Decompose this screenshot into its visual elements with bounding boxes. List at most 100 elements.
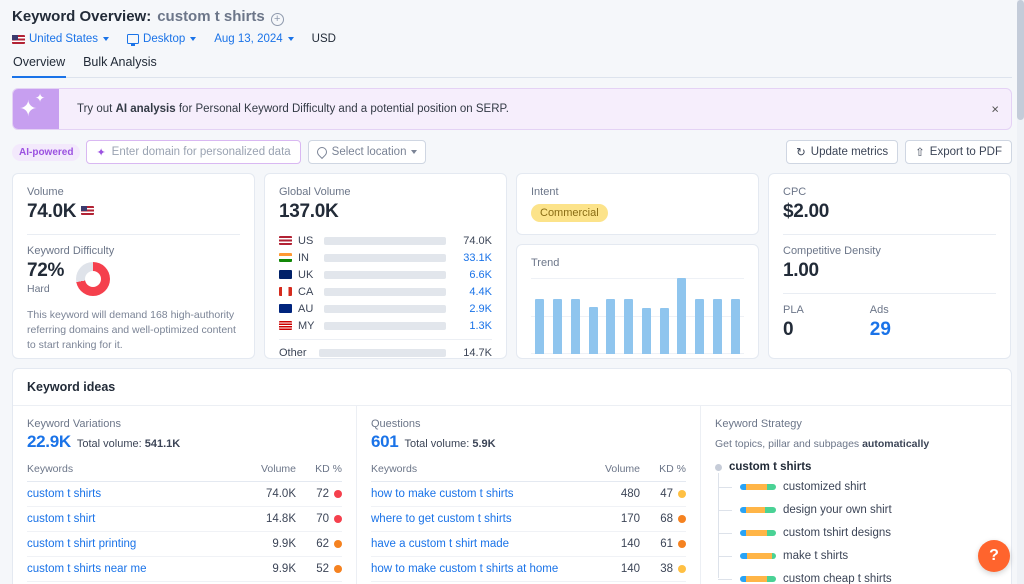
personalization-toolbar: AI-powered ✦ Enter domain for personaliz… [12, 140, 1012, 164]
tree-item-label: design your own shirt [783, 503, 892, 516]
au-flag-icon [279, 304, 292, 313]
trend-bar-slot [549, 278, 567, 354]
trend-bar [712, 299, 722, 354]
volume-cell: 480 [588, 481, 640, 507]
questions-column: Questions 601 Total volume: 5.9K Keyword… [357, 406, 701, 584]
export-pdf-button[interactable]: ⇧ Export to PDF [905, 140, 1012, 164]
help-button[interactable]: ? [978, 540, 1010, 572]
trend-bar [553, 299, 563, 354]
tree-item[interactable]: make t shirts [718, 544, 997, 567]
divider [27, 234, 240, 235]
segment-orange [745, 506, 766, 513]
keyword-link[interactable]: custom t shirt printing [27, 531, 244, 557]
ai-banner-prefix: Try out [77, 103, 116, 115]
tab-bar: Overview Bulk Analysis [12, 55, 1012, 78]
kd-dot [678, 565, 686, 573]
keyword-variations-count[interactable]: 22.9K [27, 432, 71, 452]
country-code: CA [298, 285, 314, 298]
country-code: IN [298, 251, 309, 264]
global-volume-row: US 74.0K [279, 232, 492, 249]
page-title-main: Keyword Overview: [12, 8, 152, 25]
intent-trend-column: Intent Commercial Trend [516, 173, 759, 359]
ai-analysis-banner: ✦ ✦ Try out AI analysis for Personal Key… [12, 88, 1012, 130]
trend-bar-slot [531, 278, 549, 354]
tab-overview[interactable]: Overview [12, 55, 67, 78]
keyword-link[interactable]: how to make custom t shirts [371, 481, 588, 507]
trend-label: Trend [531, 257, 560, 269]
ads-value[interactable]: 29 [870, 319, 891, 341]
keyword-link[interactable]: custom t shirts near me [27, 556, 244, 582]
add-keyword-icon[interactable] [270, 12, 284, 26]
subtitle-bold: automatically [862, 438, 930, 450]
table-row: have a custom t shirt made 140 61 [371, 531, 686, 557]
currency-label: USD [311, 33, 336, 45]
kd-value: 72 [316, 488, 329, 500]
tree-item[interactable]: customized shirt [718, 475, 997, 498]
trend-bar-slot [655, 278, 673, 354]
keyword-link[interactable]: where to get custom t shirts [371, 506, 588, 532]
upload-icon: ⇧ [915, 147, 925, 159]
table-row: custom t shirt 14.8K 70 [27, 506, 342, 532]
domain-input[interactable]: ✦ Enter domain for personalized data [86, 140, 301, 164]
trend-bar-slot [584, 278, 602, 354]
tab-bulk-analysis[interactable]: Bulk Analysis [82, 55, 158, 78]
tree-item[interactable]: custom cheap t shirts [718, 567, 997, 584]
other-value: 14.7K [463, 346, 492, 359]
cpc-card: CPC $2.00 Competitive Density 1.00 PLA 0… [768, 173, 1011, 359]
tree-item[interactable]: custom tshirt designs [718, 521, 997, 544]
global-volume-label: Global Volume [279, 186, 351, 198]
global-volume-list: US 74.0K IN 33.1K UK 6.6K CA 4.4K AU 2.9K MY 1.3K [279, 232, 492, 334]
keyword-link[interactable]: custom t shirt [27, 506, 244, 532]
keyword-ideas-panel: Keyword ideas Keyword Variations 22.9K T… [12, 0, 1024, 584]
update-metrics-button[interactable]: ↻ Update metrics [786, 140, 899, 164]
location-select[interactable]: Select location [307, 140, 427, 164]
kd-cell: 47 [640, 481, 686, 507]
chevron-down-icon [103, 37, 110, 41]
trend-bar-slot [673, 278, 691, 354]
trend-chart [531, 278, 744, 354]
questions-count[interactable]: 601 [371, 432, 399, 452]
keyword-strategy-column: Keyword Strategy Get topics, pillar and … [701, 406, 1011, 584]
country-bar-track [324, 253, 446, 262]
country-volume: 4.4K [469, 285, 492, 298]
col-volume: Volume [244, 463, 296, 482]
tree-root-label: custom t shirts [729, 461, 812, 473]
volume-label: Volume [27, 186, 64, 198]
divider [783, 234, 996, 235]
kd-dot [334, 565, 342, 573]
tree-children: customized shirt design your own shirt cus… [718, 473, 997, 584]
col-kd: KD % [640, 463, 686, 482]
trend-bar-slot [691, 278, 709, 354]
table-row: custom t shirt printing 9.9K 62 [27, 531, 342, 557]
trend-bar [695, 299, 705, 354]
date-filter[interactable]: Aug 13, 2024 [214, 33, 294, 45]
volume-cell: 140 [588, 531, 640, 557]
topic-segment-bar [740, 483, 776, 490]
volume-value: 74.0K [27, 201, 240, 223]
col-keywords: Keywords [27, 463, 244, 482]
keyword-link[interactable]: how to make custom t shirts at home [371, 556, 588, 582]
date-filter-label: Aug 13, 2024 [214, 33, 283, 45]
ai-banner-bold: AI analysis [115, 103, 176, 115]
my-flag-icon [279, 321, 292, 330]
country-filter[interactable]: United States [12, 33, 110, 45]
close-icon[interactable]: × [991, 103, 999, 116]
tree-item-label: custom cheap t shirts [783, 572, 892, 584]
keyword-link[interactable]: custom t shirts [27, 481, 244, 507]
country-volume: 6.6K [469, 268, 492, 281]
segment-orange [746, 529, 767, 536]
kd-cell: 52 [296, 556, 342, 582]
intent-label: Intent [531, 186, 559, 198]
other-bar-track [319, 348, 446, 357]
tree-item[interactable]: design your own shirt [718, 498, 997, 521]
tree-root-node[interactable]: custom t shirts [715, 461, 997, 473]
trend-bar [641, 308, 651, 354]
volume-card: Volume 74.0K Keyword Difficulty 72% Hard… [12, 173, 255, 359]
other-label: Other [279, 346, 307, 359]
subtitle-prefix: Get topics, pillar and subpages [715, 438, 863, 450]
kd-cell: 72 [296, 481, 342, 507]
device-filter[interactable]: Desktop [127, 33, 197, 46]
keyword-link[interactable]: have a custom t shirt made [371, 531, 588, 557]
country-filter-label: United States [29, 33, 99, 45]
domain-input-placeholder: Enter domain for personalized data [111, 146, 291, 158]
